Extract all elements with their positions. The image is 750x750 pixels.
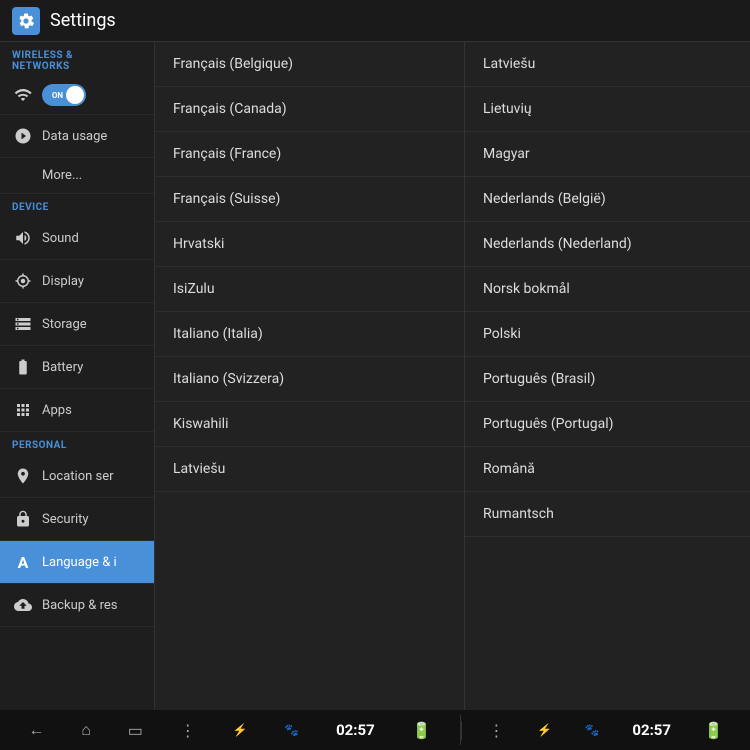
signal-icon-left: 🐾 bbox=[284, 723, 299, 737]
list-item[interactable]: Hrvatski bbox=[155, 222, 464, 267]
wifi-toggle[interactable]: ON bbox=[42, 84, 86, 106]
nav-bar: ← ⌂ ▭ ⋮ ⚡ 🐾 02:57 🔋 ⋮ ⚡ 🐾 02:57 🔋 bbox=[0, 710, 750, 750]
menu-icon-right[interactable]: ⋮ bbox=[488, 721, 504, 740]
list-item[interactable]: Kiswahili bbox=[155, 402, 464, 447]
list-item[interactable]: Français (Belgique) bbox=[155, 42, 464, 87]
sidebar-item-backup[interactable]: Backup & res bbox=[0, 584, 154, 627]
location-icon bbox=[12, 465, 34, 487]
nav-bar-left: ← ⌂ ▭ ⋮ ⚡ 🐾 02:57 🔋 bbox=[0, 720, 460, 740]
signal-icon-right: 🐾 bbox=[585, 723, 600, 737]
security-icon bbox=[12, 508, 34, 530]
more-label: More... bbox=[42, 168, 82, 183]
list-item[interactable]: Italiano (Svizzera) bbox=[155, 357, 464, 402]
list-item[interactable]: Latviešu bbox=[465, 42, 750, 87]
sidebar-item-data-usage[interactable]: Data usage bbox=[0, 115, 154, 158]
page-title: Settings bbox=[50, 10, 116, 31]
sidebar-item-security[interactable]: Security bbox=[0, 498, 154, 541]
menu-icon[interactable]: ⋮ bbox=[180, 721, 196, 740]
time-left: 02:57 bbox=[336, 721, 375, 739]
sidebar-item-apps[interactable]: Apps bbox=[0, 389, 154, 432]
sound-icon bbox=[12, 227, 34, 249]
list-item[interactable]: Português (Brasil) bbox=[465, 357, 750, 402]
storage-icon bbox=[12, 313, 34, 335]
sidebar-item-sound[interactable]: Sound bbox=[0, 217, 154, 260]
sidebar-item-battery[interactable]: Battery bbox=[0, 346, 154, 389]
battery-icon-left: 🔋 bbox=[412, 721, 432, 740]
list-item[interactable]: Lietuvių bbox=[465, 87, 750, 132]
sidebar-item-language[interactable]: A Language & i bbox=[0, 541, 154, 584]
sidebar-item-display[interactable]: Display bbox=[0, 260, 154, 303]
sidebar-item-more[interactable]: More... bbox=[0, 158, 154, 194]
main-content: WIRELESS &NETWORKS ON Data usage bbox=[0, 42, 750, 710]
list-item[interactable]: Latviešu bbox=[155, 447, 464, 492]
display-label: Display bbox=[42, 274, 84, 289]
security-label: Security bbox=[42, 512, 89, 527]
battery-label: Battery bbox=[42, 360, 83, 375]
sound-label: Sound bbox=[42, 231, 79, 246]
list-item[interactable]: Français (France) bbox=[155, 132, 464, 177]
data-usage-label: Data usage bbox=[42, 129, 107, 144]
language-icon: A bbox=[12, 551, 34, 573]
time-right: 02:57 bbox=[632, 721, 671, 739]
toggle-knob bbox=[66, 86, 84, 104]
section-header-wireless: WIRELESS &NETWORKS bbox=[0, 42, 154, 76]
sidebar-item-storage[interactable]: Storage bbox=[0, 303, 154, 346]
settings-app-icon bbox=[12, 7, 40, 35]
display-icon bbox=[12, 270, 34, 292]
location-label: Location ser bbox=[42, 469, 114, 484]
recents-icon[interactable]: ▭ bbox=[128, 721, 143, 740]
back-icon[interactable]: ← bbox=[28, 720, 44, 740]
list-item[interactable]: Nederlands (Nederland) bbox=[465, 222, 750, 267]
list-item[interactable]: IsiZulu bbox=[155, 267, 464, 312]
list-item[interactable]: Română bbox=[465, 447, 750, 492]
backup-label: Backup & res bbox=[42, 598, 117, 613]
language-label: Language & i bbox=[42, 555, 117, 570]
title-bar: Settings bbox=[0, 0, 750, 42]
section-header-device: DEVICE bbox=[0, 194, 154, 217]
list-item[interactable]: Nederlands (België) bbox=[465, 177, 750, 222]
wifi-icon bbox=[12, 84, 34, 106]
section-header-personal: PERSONAL bbox=[0, 432, 154, 455]
usb-icon-right: ⚡ bbox=[537, 723, 552, 737]
battery-icon-right: 🔋 bbox=[704, 721, 724, 740]
center-language-list: Français (Belgique) Français (Canada) Fr… bbox=[155, 42, 465, 710]
list-item[interactable]: Magyar bbox=[465, 132, 750, 177]
storage-label: Storage bbox=[42, 317, 87, 332]
list-item[interactable]: Polski bbox=[465, 312, 750, 357]
sidebar-item-wifi[interactable]: ON bbox=[0, 76, 154, 115]
list-item[interactable]: Norsk bokmål bbox=[465, 267, 750, 312]
nav-bar-right: ⋮ ⚡ 🐾 02:57 🔋 bbox=[461, 721, 750, 740]
list-item[interactable]: Português (Portugal) bbox=[465, 402, 750, 447]
home-icon[interactable]: ⌂ bbox=[81, 720, 91, 740]
battery-icon bbox=[12, 356, 34, 378]
list-item[interactable]: Rumantsch bbox=[465, 492, 750, 537]
backup-icon bbox=[12, 594, 34, 616]
sidebar-item-location[interactable]: Location ser bbox=[0, 455, 154, 498]
right-language-list: Latviešu Lietuvių Magyar Nederlands (Bel… bbox=[465, 42, 750, 710]
sidebar: WIRELESS &NETWORKS ON Data usage bbox=[0, 42, 155, 710]
apps-label: Apps bbox=[42, 403, 72, 418]
usb-icon-left: ⚡ bbox=[233, 723, 248, 737]
list-item[interactable]: Italiano (Italia) bbox=[155, 312, 464, 357]
list-item[interactable]: Français (Canada) bbox=[155, 87, 464, 132]
data-usage-icon bbox=[12, 125, 34, 147]
apps-icon bbox=[12, 399, 34, 421]
list-item[interactable]: Français (Suisse) bbox=[155, 177, 464, 222]
